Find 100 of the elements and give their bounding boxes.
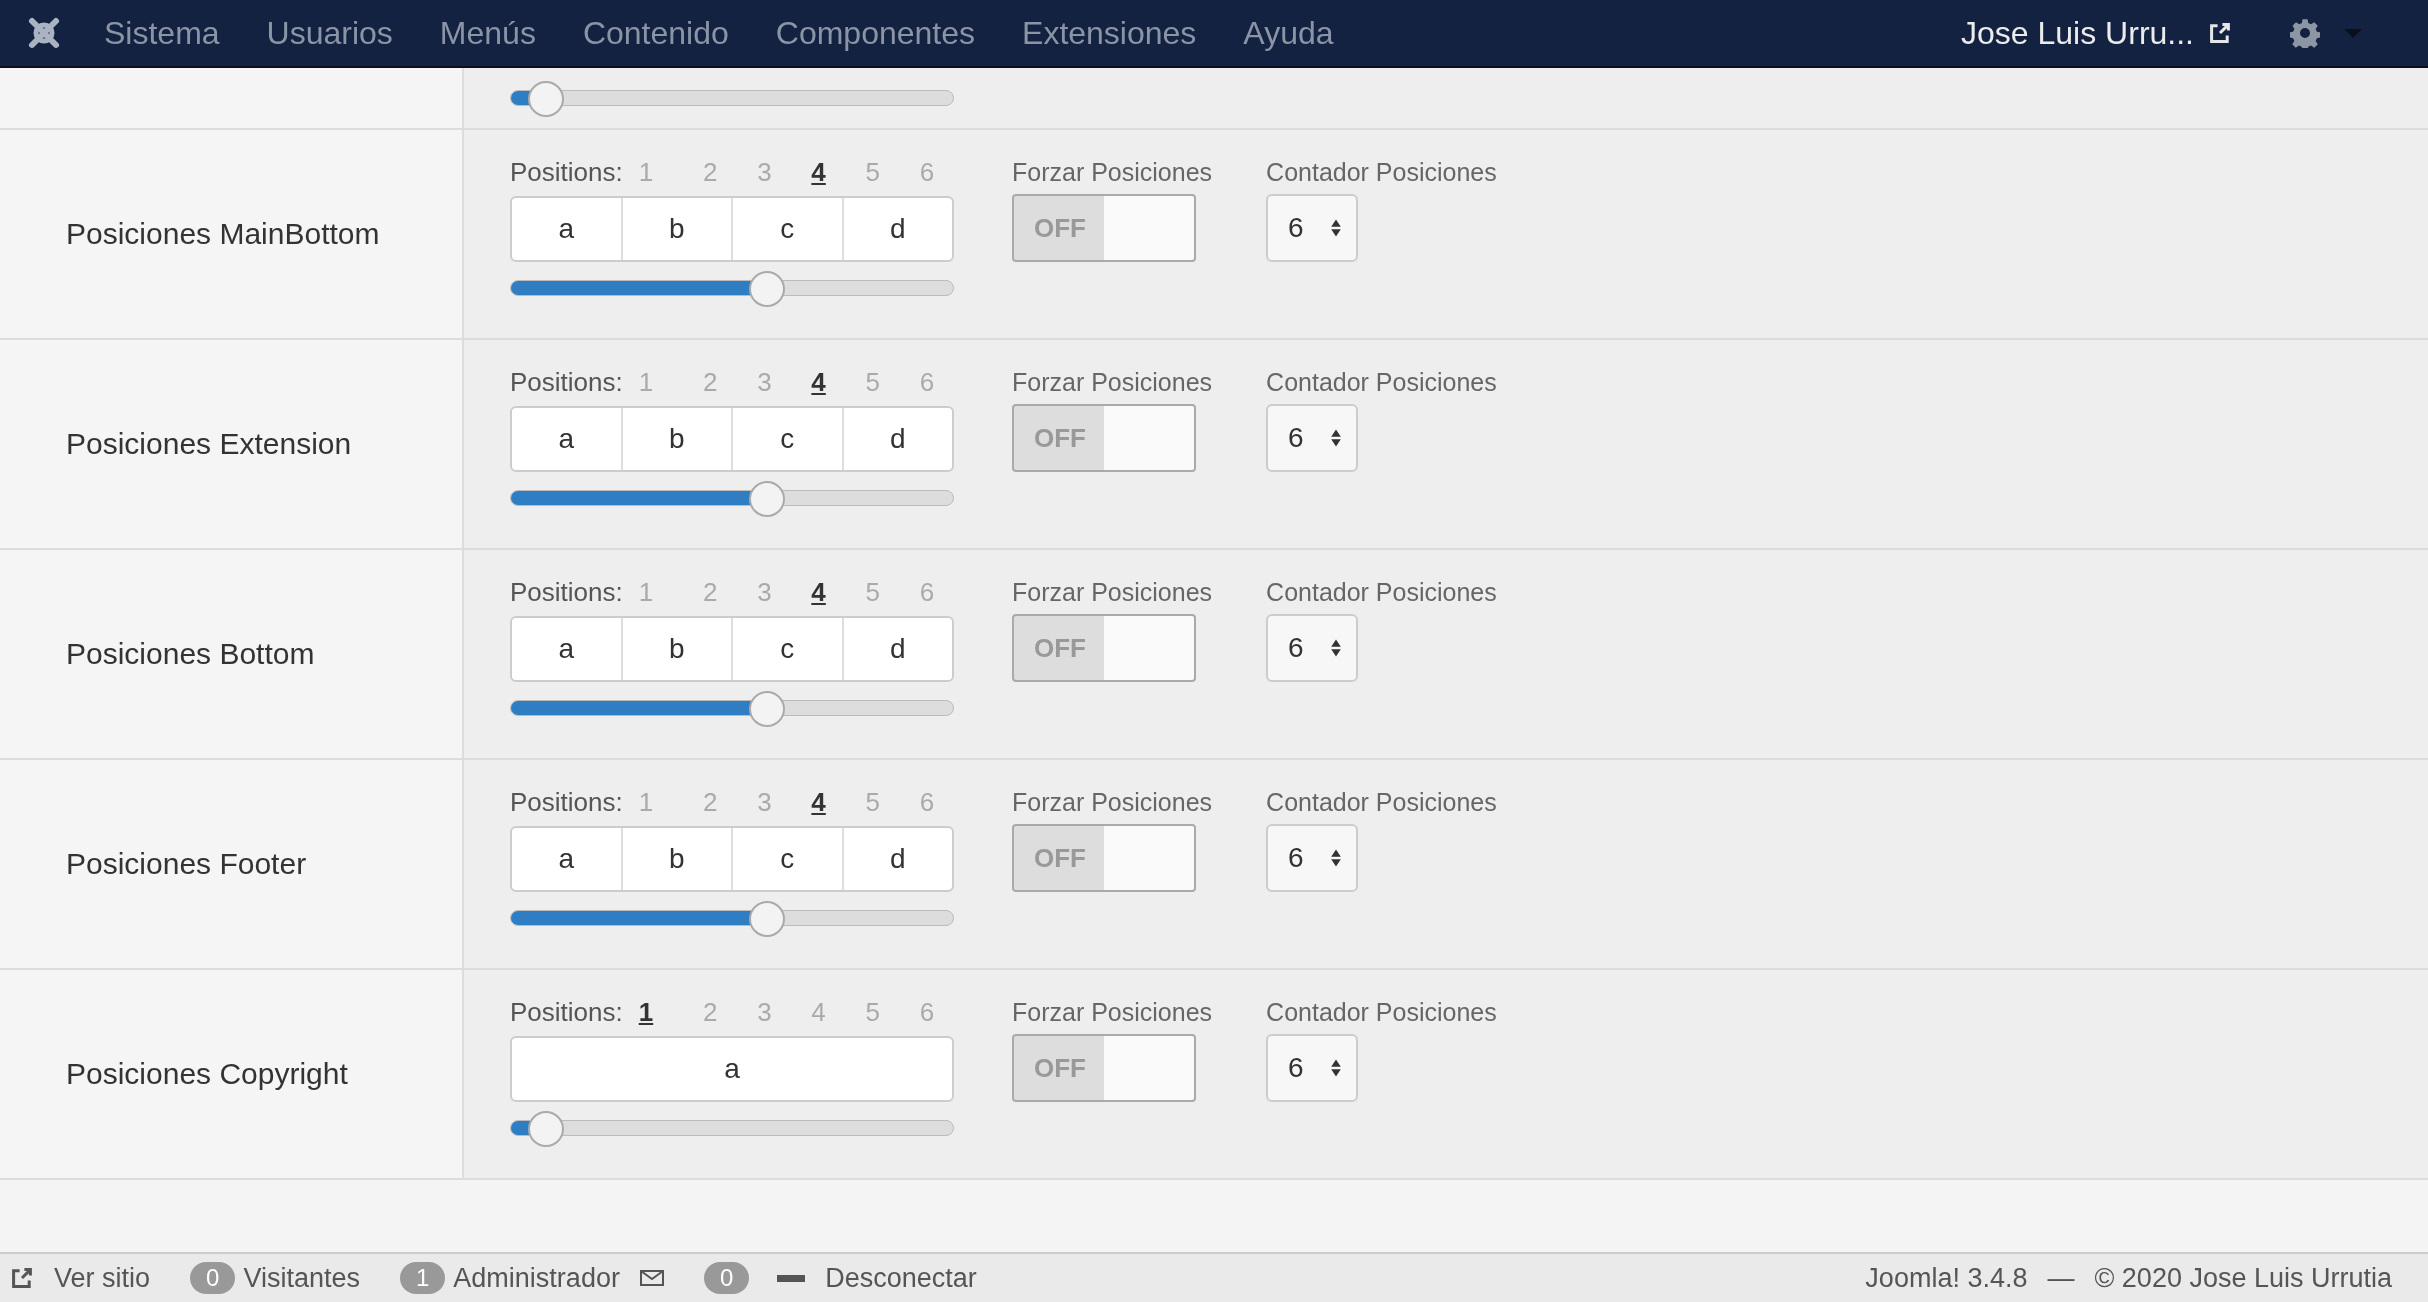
position-cell: b bbox=[622, 198, 733, 260]
field-label: Forzar Posiciones bbox=[1012, 787, 1213, 818]
logout-link[interactable]: Desconectar bbox=[825, 1262, 977, 1294]
position-cell: a bbox=[512, 618, 623, 680]
field-label: Contador Posiciones bbox=[1266, 157, 1497, 188]
position-option[interactable]: 4 bbox=[791, 996, 846, 1028]
nav-menu-item[interactable]: Ayuda bbox=[1243, 14, 1334, 52]
position-option[interactable]: 2 bbox=[683, 786, 738, 818]
count-badge: 0 bbox=[703, 1262, 750, 1294]
position-option[interactable]: 4 bbox=[791, 786, 846, 818]
position-option[interactable]: 5 bbox=[845, 156, 900, 188]
position-option[interactable]: 3 bbox=[737, 786, 792, 818]
position-option[interactable]: 3 bbox=[737, 366, 792, 398]
position-cell: b bbox=[622, 828, 733, 890]
field-label: Forzar Posiciones bbox=[1012, 157, 1213, 188]
position-cell-text: d bbox=[888, 632, 907, 666]
version-text: Joomla! 3.4.8 bbox=[1865, 1262, 2028, 1294]
up-down-arrows-icon bbox=[1330, 848, 1343, 868]
slider-thumb[interactable] bbox=[528, 81, 565, 117]
toggle-switch[interactable]: OFF bbox=[1012, 824, 1196, 892]
field-label: Contador Posiciones bbox=[1266, 787, 1497, 818]
position-option[interactable]: 6 bbox=[899, 576, 954, 608]
position-option[interactable]: 4 bbox=[791, 156, 846, 188]
field-label: Forzar Posiciones bbox=[1012, 997, 1213, 1028]
toggle-switch[interactable]: OFF bbox=[1012, 194, 1196, 262]
position-cell: c bbox=[733, 618, 844, 680]
up-down-arrows-icon bbox=[1330, 638, 1343, 658]
admins-label: Administrador bbox=[453, 1262, 620, 1294]
position-cell-text: d bbox=[888, 212, 907, 246]
position-cell: b bbox=[622, 408, 733, 470]
toggle-switch[interactable]: OFF bbox=[1012, 614, 1196, 682]
position-cell: a bbox=[512, 198, 623, 260]
position-cell: c bbox=[733, 198, 844, 260]
position-option[interactable]: 5 bbox=[845, 576, 900, 608]
settings-icon[interactable] bbox=[2290, 18, 2320, 48]
positions-label: Positions: bbox=[510, 366, 623, 398]
nav-menu-item[interactable]: Extensiones bbox=[1022, 14, 1197, 52]
position-option[interactable]: 1 bbox=[638, 156, 654, 188]
slider-thumb[interactable] bbox=[528, 1111, 565, 1147]
external-link-icon[interactable] bbox=[2208, 21, 2232, 45]
caret-icon[interactable] bbox=[2344, 28, 2362, 38]
field-label: Contador Posiciones bbox=[1266, 577, 1497, 608]
user-link[interactable]: Jose Luis Urru... bbox=[1961, 14, 2194, 52]
up-down-arrows-icon bbox=[1330, 218, 1343, 238]
position-option[interactable]: 6 bbox=[899, 786, 954, 818]
row-label: Posiciones Footer bbox=[66, 847, 307, 881]
position-option[interactable]: 6 bbox=[899, 366, 954, 398]
counter-select[interactable]: 6 bbox=[1266, 824, 1359, 892]
positions-label: Positions: bbox=[510, 996, 623, 1028]
field-label: Forzar Posiciones bbox=[1012, 367, 1213, 398]
position-option[interactable]: 3 bbox=[737, 576, 792, 608]
slider-thumb[interactable] bbox=[749, 901, 786, 937]
nav-menu-item[interactable]: Menús bbox=[439, 14, 536, 52]
position-option[interactable]: 5 bbox=[845, 366, 900, 398]
position-option[interactable]: 2 bbox=[683, 156, 738, 188]
counter-select[interactable]: 6 bbox=[1266, 404, 1359, 472]
up-down-arrows-icon bbox=[1330, 428, 1343, 448]
minus-icon bbox=[777, 1274, 806, 1282]
separator-dash: — bbox=[2047, 1262, 2075, 1294]
nav-menu-item[interactable]: Sistema bbox=[104, 14, 220, 52]
row-label: Posiciones MainBottom bbox=[66, 217, 380, 251]
position-option[interactable]: 3 bbox=[737, 156, 792, 188]
position-cell: a bbox=[512, 828, 623, 890]
view-site-link[interactable]: Ver sitio bbox=[54, 1262, 151, 1294]
position-option[interactable]: 2 bbox=[683, 366, 738, 398]
field-label: Contador Posiciones bbox=[1266, 367, 1497, 398]
position-option[interactable]: 6 bbox=[899, 996, 954, 1028]
positions-label: Positions: bbox=[510, 786, 623, 818]
row-label: Posiciones Bottom bbox=[66, 637, 315, 671]
counter-select[interactable]: 6 bbox=[1266, 1034, 1359, 1102]
count-badge: 0 bbox=[190, 1262, 236, 1294]
nav-menu-item[interactable]: Componentes bbox=[775, 14, 976, 52]
position-option[interactable]: 1 bbox=[638, 996, 654, 1028]
position-option[interactable]: 1 bbox=[638, 576, 654, 608]
toggle-switch[interactable]: OFF bbox=[1012, 404, 1196, 472]
field-label: Forzar Posiciones bbox=[1012, 577, 1213, 608]
toggle-switch[interactable]: OFF bbox=[1012, 1034, 1196, 1102]
external-link-icon[interactable] bbox=[10, 1266, 34, 1290]
position-option[interactable]: 2 bbox=[683, 576, 738, 608]
position-option[interactable]: 4 bbox=[791, 576, 846, 608]
position-cell: c bbox=[733, 828, 844, 890]
position-option[interactable]: 4 bbox=[791, 366, 846, 398]
position-cell: c bbox=[733, 408, 844, 470]
slider-thumb[interactable] bbox=[749, 271, 786, 307]
nav-menu-item[interactable]: Usuarios bbox=[266, 14, 393, 52]
field-label: Contador Posiciones bbox=[1266, 997, 1497, 1028]
nav-menu-item[interactable]: Contenido bbox=[582, 14, 729, 52]
counter-select[interactable]: 6 bbox=[1266, 614, 1359, 682]
position-option[interactable]: 2 bbox=[683, 996, 738, 1028]
copyright-text: © 2020 Jose Luis Urrutia bbox=[2094, 1262, 2392, 1294]
slider-thumb[interactable] bbox=[749, 481, 786, 517]
slider-thumb[interactable] bbox=[749, 691, 786, 727]
position-option[interactable]: 6 bbox=[899, 156, 954, 188]
position-option[interactable]: 1 bbox=[638, 786, 654, 818]
position-option[interactable]: 5 bbox=[845, 996, 900, 1028]
count-badge: 1 bbox=[400, 1262, 446, 1294]
position-option[interactable]: 3 bbox=[737, 996, 792, 1028]
counter-select[interactable]: 6 bbox=[1266, 194, 1359, 262]
position-option[interactable]: 5 bbox=[845, 786, 900, 818]
position-option[interactable]: 1 bbox=[638, 366, 654, 398]
